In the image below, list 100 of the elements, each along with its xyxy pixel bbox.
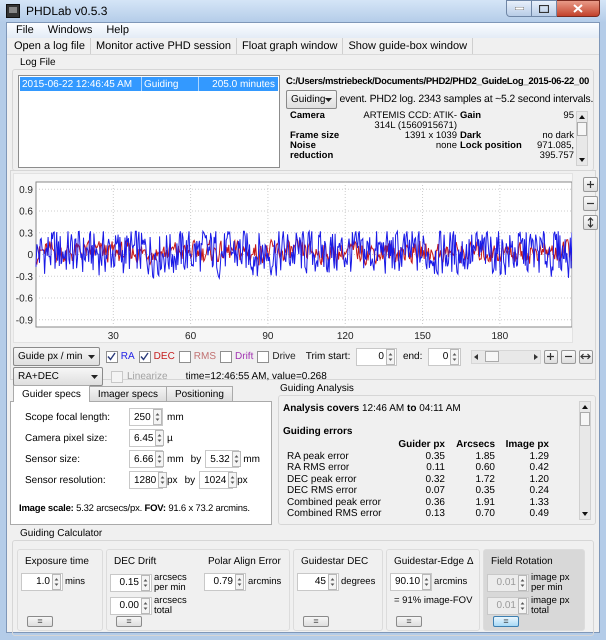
fit-horizontal-button[interactable]	[578, 350, 593, 364]
zoom-out-button[interactable]	[583, 196, 598, 211]
table-cell-text: 1.29	[528, 450, 549, 462]
spin-arrows-icon[interactable]	[422, 574, 432, 590]
spin-arrows-icon[interactable]	[155, 451, 164, 467]
spin-arrows-icon[interactable]	[328, 574, 337, 590]
panel-title: Field Rotation	[490, 554, 554, 568]
analysis-range-text: Analysis covers 12:46 AM to 04:11 AM	[283, 402, 462, 416]
calculate-button[interactable]: =	[303, 616, 329, 626]
spin-arrows-icon[interactable]	[228, 472, 238, 488]
table-cell-text: 1.72	[474, 474, 495, 485]
zoom-out-button[interactable]	[561, 350, 576, 364]
spin-arrows-icon[interactable]	[232, 451, 241, 467]
info-value: 971.085, 395.757	[536, 141, 574, 161]
spin-box[interactable]: 250	[129, 408, 163, 426]
unit-label: mm	[167, 452, 184, 466]
info-label: Camera	[290, 111, 326, 123]
zoom-in-button[interactable]	[544, 350, 558, 364]
info-value: 1391 x 1039	[404, 131, 457, 141]
info-value: 95	[562, 111, 574, 123]
tab[interactable]: Guider specs	[13, 385, 90, 402]
toolbar-button[interactable]: Float graph window	[237, 38, 344, 54]
spin-arrows-icon[interactable]	[155, 430, 164, 446]
panel-title: Exposure time	[24, 554, 90, 568]
info-label: Gain	[460, 111, 482, 123]
spin-arrows-icon[interactable]	[158, 472, 168, 488]
row-label: DEC RMS error	[286, 485, 358, 496]
panel-title: Polar Align Error	[207, 554, 282, 568]
spin-box[interactable]: 1.0	[21, 572, 63, 590]
minimize-button[interactable]	[506, 0, 532, 17]
unit-label: image px per min	[531, 572, 571, 592]
axis-tick-label: 180	[492, 331, 508, 342]
table-cell-text: 0.35	[474, 485, 495, 496]
spin-arrows-icon[interactable]	[235, 574, 244, 590]
log-path: C:/Users/mstriebeck/Documents/PHD2/PHD2_GuideLog_2015-06-22_00	[286, 75, 589, 89]
menu-item[interactable]: Help	[100, 23, 135, 38]
panel-title: DEC Drift	[113, 554, 158, 568]
spin-box[interactable]: 0.79	[204, 572, 246, 590]
table-cell-text: 0.49	[528, 508, 549, 520]
spin-arrows-icon[interactable]	[450, 348, 460, 364]
axis-tick-label: 0	[27, 250, 33, 261]
toolbar-button[interactable]: Show guide-box window	[343, 38, 474, 54]
table-cell-text: 0.13	[424, 508, 445, 520]
spin-box[interactable]: 45	[297, 572, 339, 590]
menu-item[interactable]: File	[10, 23, 40, 38]
unit-label: arcsecs total	[154, 596, 188, 616]
tab[interactable]: Positioning	[166, 386, 233, 401]
vertical-scrollbar[interactable]	[579, 401, 591, 520]
checkbox[interactable]: Drive	[257, 349, 296, 364]
calculate-button[interactable]: =	[116, 616, 142, 626]
fit-vertical-button[interactable]	[583, 215, 598, 230]
calculate-button[interactable]: =	[396, 616, 422, 626]
spin-box[interactable]: 6.66	[129, 450, 163, 468]
tab[interactable]: Imager specs	[88, 386, 167, 401]
spin-box[interactable]: 0	[356, 348, 397, 366]
dropdown[interactable]: Guide px / min	[13, 347, 100, 366]
axis-tick-label: 150	[414, 331, 431, 342]
close-button[interactable]	[557, 0, 600, 17]
checkbox[interactable]: DEC	[138, 349, 175, 364]
axis-tick-label: 90	[262, 331, 274, 342]
column-header: Guider px	[397, 439, 445, 450]
checkbox[interactable]: RA	[106, 349, 135, 364]
checkbox[interactable]: Drift	[220, 349, 254, 364]
info-value: ARTEMIS CCD: ATIK-314L (1560915671)	[362, 111, 457, 131]
toolbar-button[interactable]: Open a log file	[9, 38, 91, 54]
vertical-scrollbar[interactable]	[576, 111, 588, 166]
unit-label: arcmins	[248, 576, 282, 586]
scrollbar-thumb[interactable]	[577, 122, 587, 136]
dropdown[interactable]: RA+DEC	[13, 367, 103, 386]
spin-arrows-icon[interactable]	[52, 574, 61, 590]
toolbar-button[interactable]: Monitor active PHD session	[90, 38, 238, 54]
info-value: none	[434, 141, 457, 153]
spin-arrows-icon[interactable]	[141, 598, 150, 614]
spin-arrows-icon[interactable]	[386, 348, 395, 364]
unit-label: mm	[243, 452, 260, 466]
spin-box[interactable]: 0	[428, 348, 462, 366]
spin-box[interactable]: 90.10	[390, 572, 432, 590]
field-label: Scope focal length:	[25, 410, 112, 424]
joiner-label: by	[184, 474, 196, 488]
menu-item[interactable]: Windows	[42, 23, 98, 38]
unit-label: image px total	[531, 596, 571, 616]
spin-box[interactable]: 0.15	[110, 574, 152, 592]
unit-label: px	[167, 474, 178, 488]
scrollbar-thumb[interactable]	[485, 351, 500, 362]
spin-box[interactable]: 0.00	[110, 596, 152, 614]
spin-box[interactable]: 6.45	[129, 429, 163, 447]
maximize-button[interactable]	[532, 0, 557, 17]
dropdown[interactable]: Guiding	[286, 90, 338, 109]
panel-title: Guidestar DEC	[300, 554, 370, 568]
spin-arrows-icon[interactable]	[141, 574, 150, 590]
checkmark-icon	[107, 352, 116, 361]
scrollbar-thumb[interactable]	[580, 412, 590, 426]
calculate-button[interactable]: =	[493, 616, 519, 626]
horizontal-scrollbar[interactable]	[471, 350, 541, 364]
zoom-in-button[interactable]	[583, 177, 598, 192]
spin-arrows-icon[interactable]	[152, 409, 162, 425]
spin-box[interactable]: 5.32	[205, 450, 240, 468]
unit-label: px	[237, 474, 248, 488]
calculate-button[interactable]: =	[27, 616, 53, 626]
right-arrow-icon	[532, 352, 539, 360]
